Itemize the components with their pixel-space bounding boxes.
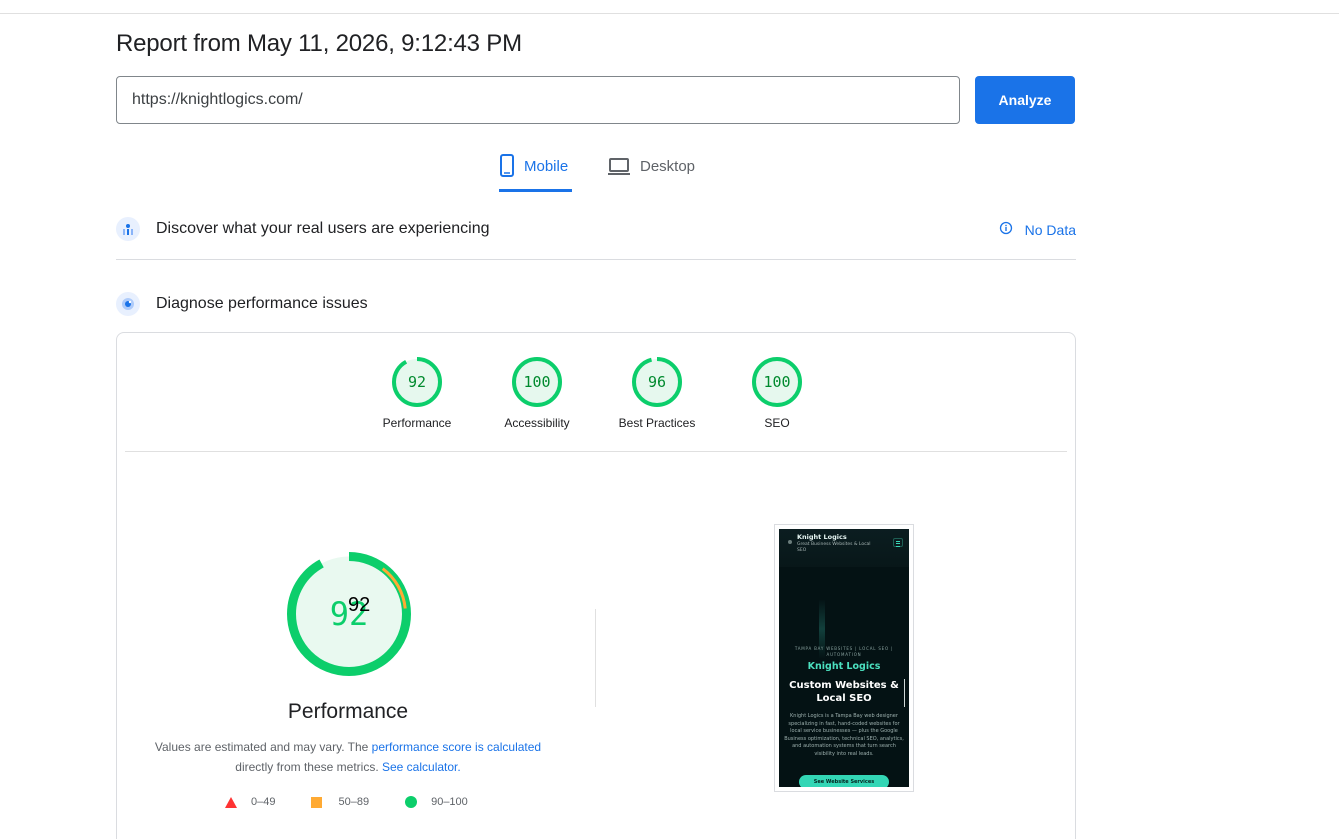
note-mid: directly from these metrics.	[235, 760, 379, 774]
tab-label: Desktop	[640, 158, 696, 175]
performance-gauge: 92 92	[287, 552, 411, 676]
category-gauges: 92 Performance 100 Accessibility 96 Best…	[117, 357, 1077, 447]
legend-average: 50–89	[311, 796, 369, 808]
gauge-label: Accessibility	[504, 416, 570, 430]
legend-range: 90–100	[431, 796, 468, 808]
gauge-best-practices[interactable]: 96 Best Practices	[597, 357, 717, 430]
gauge-score: 96	[647, 373, 667, 391]
gauge-score: 100	[523, 373, 551, 391]
score-calculated-link[interactable]: performance score is calculated	[372, 740, 541, 754]
gauge-label: Performance	[382, 416, 452, 430]
no-data-label: No Data	[1024, 221, 1076, 238]
score-legend: 0–49 50–89 90–100	[225, 796, 504, 808]
laptop-icon	[607, 154, 631, 178]
section-divider	[116, 259, 1076, 260]
gauge-label: SEO	[764, 416, 790, 430]
card-divider	[125, 451, 1067, 452]
screenshot-header: Knight Logics Great Business Websites & …	[779, 529, 909, 567]
crux-title: Discover what your real users are experi…	[156, 220, 490, 237]
crux-section: Discover what your real users are experi…	[116, 215, 1076, 243]
square-icon	[311, 796, 323, 808]
screenshot-site-name: Knight Logics	[807, 661, 881, 672]
legend-pass: 90–100	[405, 796, 468, 808]
screenshot-page: Knight Logics Great Business Websites & …	[779, 529, 909, 787]
final-screenshot[interactable]: Knight Logics Great Business Websites & …	[774, 524, 914, 792]
lighthouse-icon	[116, 292, 140, 316]
lighthouse-report-card: 92 Performance 100 Accessibility 96 Best…	[116, 332, 1076, 839]
score-note: Values are estimated and may vary. The p…	[147, 737, 549, 777]
gauge-score: 92	[407, 373, 427, 391]
performance-score-overlay: 92	[348, 594, 371, 616]
decorative-line	[904, 679, 905, 707]
gauge-score: 100	[763, 373, 791, 391]
note-prefix: Values are estimated and may vary. The	[154, 740, 372, 754]
screenshot-tagline: Great Business Websites & Local SEO	[797, 542, 871, 553]
diagnose-section: Diagnose performance issues	[116, 290, 1076, 318]
legend-range: 50–89	[338, 796, 370, 808]
performance-label: Performance	[287, 700, 409, 723]
gauge-performance[interactable]: 92 Performance	[357, 357, 477, 430]
screenshot-brand: Knight Logics	[797, 533, 847, 541]
tab-mobile[interactable]: Mobile	[499, 154, 572, 192]
page-title: Report from May 11, 2026, 9:12:43 PM	[116, 30, 522, 57]
vertical-divider	[595, 609, 596, 707]
circle-icon	[405, 796, 418, 808]
screenshot-headline: Custom Websites & Local SEO	[789, 680, 899, 704]
users-icon	[116, 217, 140, 241]
crux-status[interactable]: No Data	[999, 221, 1076, 238]
hamburger-icon	[893, 538, 903, 547]
gauge-label: Best Practices	[618, 416, 696, 430]
see-calculator-link[interactable]: See calculator.	[382, 760, 461, 774]
tab-desktop[interactable]: Desktop	[607, 154, 695, 192]
gauge-accessibility[interactable]: 100 Accessibility	[477, 357, 597, 430]
analyze-button[interactable]: Analyze	[975, 76, 1075, 124]
tab-label: Mobile	[524, 158, 569, 175]
screenshot-cta: See Website Services	[799, 775, 889, 787]
screenshot-kicker: TAMPA BAY WEBSITES | LOCAL SEO | AUTOMAT…	[794, 646, 894, 657]
top-divider	[0, 13, 1339, 14]
info-icon	[999, 221, 1013, 238]
smartphone-icon	[499, 154, 515, 178]
screenshot-description: Knight Logics is a Tampa Bay web designe…	[784, 713, 904, 757]
triangle-icon	[225, 796, 237, 808]
url-input[interactable]: https://knightlogics.com/	[116, 76, 960, 124]
legend-fail: 0–49	[225, 796, 275, 808]
gauge-seo[interactable]: 100 SEO	[717, 357, 837, 430]
diagnose-title: Diagnose performance issues	[156, 295, 368, 312]
legend-range: 0–49	[251, 796, 276, 808]
site-logo-icon	[788, 540, 792, 544]
